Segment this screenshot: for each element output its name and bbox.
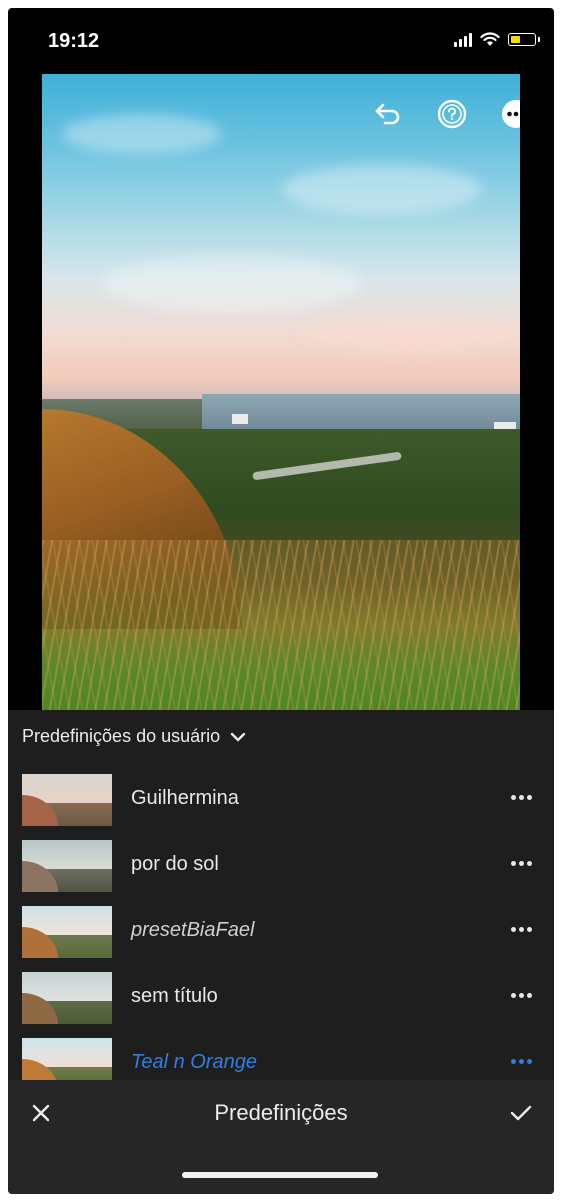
preset-more-button[interactable] [506, 848, 536, 878]
checkmark-icon [510, 1105, 532, 1121]
phone-screen: 19:12 Predefinições do usuário Guilhermi… [8, 8, 554, 1194]
undo-icon [375, 103, 400, 125]
preset-more-button[interactable] [506, 980, 536, 1010]
panel-title: Predefinições [214, 1100, 348, 1125]
preset-thumbnail [22, 774, 112, 826]
preset-label: por do sol [131, 853, 219, 875]
preset-more-button[interactable] [506, 782, 536, 812]
preset-label: Guilhermina [131, 787, 239, 809]
preset-thumbnail [22, 972, 112, 1024]
help-icon [437, 99, 467, 129]
photo-preview[interactable] [42, 74, 520, 710]
preset-thumbnail [22, 840, 112, 892]
preset-group-dropdown[interactable]: Predefinições do usuário [22, 726, 246, 747]
confirm-button[interactable] [504, 1096, 538, 1130]
status-icons [454, 32, 540, 47]
preset-thumbnail [22, 906, 112, 958]
battery-icon [508, 33, 540, 46]
cellular-signal-icon [454, 32, 472, 47]
status-time: 19:12 [48, 30, 100, 52]
more-dots-icon [510, 992, 516, 998]
preset-more-button[interactable] [506, 914, 536, 944]
more-dots-icon [510, 926, 516, 932]
preset-more-button[interactable] [506, 1046, 536, 1076]
more-options-button[interactable] [498, 96, 520, 132]
preset-group-label: Predefinições do usuário [22, 726, 221, 746]
more-dots-icon [510, 860, 516, 866]
help-button[interactable] [434, 96, 470, 132]
undo-button[interactable] [370, 96, 406, 132]
preset-item-presetbiafael[interactable]: presetBiaFael [8, 902, 554, 962]
more-dots-icon [510, 1058, 516, 1064]
wifi-icon [480, 32, 500, 46]
bottom-toolbar: Predefinições [8, 1080, 554, 1194]
presets-panel: Predefinições do usuário Guilhermina por… [8, 710, 554, 1090]
more-icon [502, 100, 520, 128]
chevron-down-icon [230, 732, 246, 741]
home-indicator [182, 1172, 378, 1178]
more-dots-icon [510, 794, 516, 800]
preset-label: Teal n Orange [131, 1051, 258, 1073]
preset-label: presetBiaFael [131, 919, 255, 941]
preset-label: sem título [131, 985, 218, 1007]
preset-item-por-do-sol[interactable]: por do sol [8, 836, 554, 896]
preset-item-sem-titulo[interactable]: sem título [8, 968, 554, 1028]
preset-item-guilhermina[interactable]: Guilhermina [8, 770, 554, 830]
